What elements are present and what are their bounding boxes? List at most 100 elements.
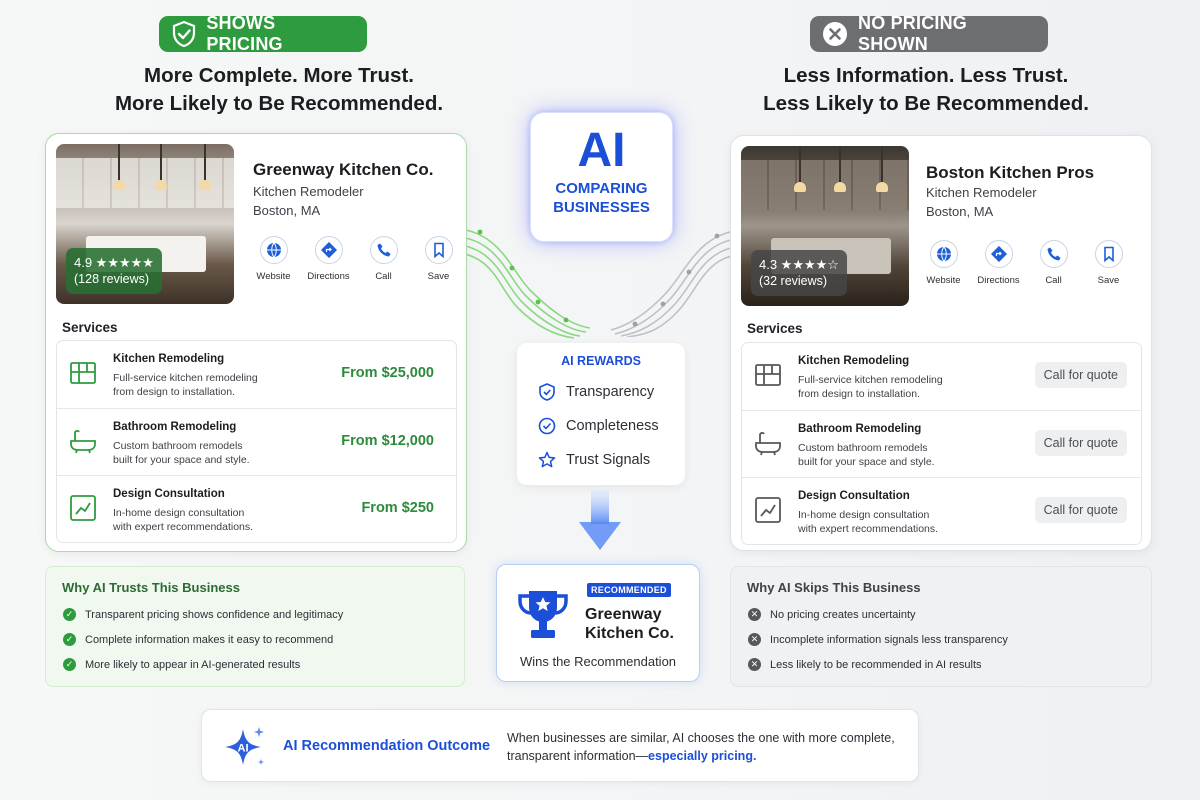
ai-title: AI [577, 124, 626, 177]
website-button[interactable]: Website [246, 236, 301, 282]
call-button[interactable]: Call [1026, 240, 1081, 286]
right-headline: Less Information. Less Trust. Less Likel… [706, 62, 1146, 118]
call-label: Call [375, 271, 392, 282]
left-headline-line-2: More Likely to Be Recommended. [114, 92, 444, 115]
outcome-title: AI Recommendation Outcome [283, 738, 491, 754]
design-chart-icon [70, 495, 96, 522]
trophy-icon [518, 591, 568, 638]
business-meta: Kitchen Remodeler Boston, MA [253, 182, 364, 220]
call-label: Call [1045, 275, 1062, 286]
call-for-quote-button[interactable]: Call for quote [1034, 362, 1127, 388]
star-icon [538, 451, 556, 468]
call-for-quote-button[interactable]: Call for quote [1034, 429, 1127, 456]
rating-stars: 4.3 ★★★★☆ [759, 257, 839, 272]
bookmark-icon [1103, 246, 1114, 262]
website-button[interactable]: Website [916, 240, 971, 286]
call-for-quote-button[interactable]: Call for quote [1034, 497, 1127, 524]
service-row: Bathroom Remodeling Custom bathroom remo… [57, 409, 456, 477]
x-icon: ✕ [748, 633, 761, 646]
service-name: Design Consultation [113, 488, 225, 501]
why-ai-trusts-panel: Why AI Trusts This Business ✓ Transparent… [45, 566, 465, 687]
reward-item: Transparency [538, 383, 654, 401]
panel-item: ✓ More likely to appear in AI-generated r… [63, 658, 300, 671]
business-location: Boston, MA [926, 204, 994, 219]
kitchen-icon [70, 362, 96, 384]
kitchen-icon [755, 364, 781, 386]
service-name: Bathroom Remodeling [798, 422, 922, 435]
rating-stars: 4.9 ★★★★★ [74, 255, 154, 270]
down-arrow-icon [579, 490, 621, 550]
directions-icon [990, 246, 1007, 262]
kitchen-photo: 4.3 ★★★★☆ (32 reviews) [741, 146, 909, 306]
reward-item: Completeness [538, 417, 659, 435]
sparkle-label: AI [238, 743, 249, 755]
service-row: Design Consultation In-home design consu… [742, 478, 1141, 546]
rating-badge: 4.3 ★★★★☆ (32 reviews) [751, 250, 847, 296]
boston-business-card: 4.3 ★★★★☆ (32 reviews) Boston Kitchen Pr… [730, 135, 1152, 551]
business-name: Boston Kitchen Pros [926, 163, 1095, 182]
directions-label: Directions [977, 275, 1020, 286]
service-row: Kitchen Remodeling Full-service kitchen … [742, 343, 1141, 411]
panel-item: ✓ Transparent pricing shows confidence an… [63, 608, 343, 621]
save-button[interactable]: Save [411, 236, 466, 282]
directions-button[interactable]: Directions [971, 240, 1026, 286]
business-name: Greenway Kitchen Co. [253, 160, 434, 179]
service-row: Design Consultation In-home design consu… [57, 476, 456, 544]
save-label: Save [1097, 275, 1120, 286]
left-headline-line-1: More Complete. More Trust. [144, 64, 414, 87]
service-name: Design Consultation [798, 490, 910, 503]
service-description: Custom bathroom remodels built for your s… [798, 441, 935, 468]
check-icon: ✓ [63, 658, 76, 671]
x-icon: ✕ [748, 658, 761, 671]
recommended-business-name: Greenway Kitchen Co. [585, 606, 674, 642]
check-icon: ✓ [63, 633, 76, 646]
recommended-badge: RECOMMENDED [587, 583, 671, 597]
right-headline-line-2: Less Likely to Be Recommended. [763, 92, 1089, 115]
business-category: Kitchen Remodeler [926, 185, 1037, 200]
greenway-business-card: 4.9 ★★★★★ (128 reviews) Greenway Kitchen… [45, 133, 467, 552]
kitchen-photo: 4.9 ★★★★★ (128 reviews) [56, 144, 234, 304]
ai-sparkle-icon: AI [225, 727, 264, 765]
bookmark-icon [433, 242, 444, 258]
save-label: Save [427, 271, 450, 282]
services-list: Kitchen Remodeling Full-service kitchen … [741, 342, 1142, 545]
service-description: Full-service kitchen remodeling from desi… [798, 374, 943, 400]
action-bar: Website Directions Call Save [246, 236, 466, 282]
check-icon: ✓ [63, 608, 76, 621]
phone-icon [1047, 247, 1060, 261]
rating-badge: 4.9 ★★★★★ (128 reviews) [66, 248, 162, 294]
recommendation-subtitle: Wins the Recommendation [519, 654, 677, 669]
ai-subtitle-2: BUSINESSES [553, 199, 650, 216]
website-label: Website [926, 275, 961, 286]
panel-item: ✓ Complete information makes it easy to r… [63, 633, 333, 646]
service-name: Kitchen Remodeling [798, 355, 910, 367]
why-ai-skips-panel: Why AI Skips This Business ✕ No pricing c… [730, 566, 1152, 687]
no-pricing-badge: NO PRICING SHOWN [810, 13, 1048, 54]
reward-item: Trust Signals [538, 451, 650, 469]
review-count: (32 reviews) [759, 274, 828, 288]
globe-icon [936, 246, 951, 262]
recommended-box: RECOMMENDED Greenway Kitchen Co. Wins the… [496, 564, 700, 682]
service-price: From $25,000 [341, 365, 434, 381]
right-headline-line-1: Less Information. Less Trust. [783, 64, 1069, 87]
directions-label: Directions [307, 271, 350, 282]
service-price: From $250 [361, 500, 434, 517]
bathtub-icon [755, 431, 781, 455]
save-button[interactable]: Save [1081, 240, 1136, 286]
panel-title: Why AI Skips This Business [747, 580, 921, 595]
ai-outcome-bar: AI AI Recommendation Outcome When busine… [201, 709, 919, 782]
call-button[interactable]: Call [356, 236, 411, 282]
ai-subtitle-1: COMPARING [555, 180, 648, 197]
globe-icon [266, 242, 281, 258]
directions-button[interactable]: Directions [301, 236, 356, 282]
left-headline: More Complete. More Trust. More Likely t… [59, 62, 499, 118]
business-meta: Kitchen Remodeler Boston, MA [926, 183, 1037, 221]
panel-item: ✕ No pricing creates uncertainty [748, 608, 916, 621]
shows-pricing-label: SHOWS PRICING [206, 13, 283, 54]
panel-item: ✕ Less likely to be recommended in AI res… [748, 658, 982, 671]
ai-comparing-box: AI COMPARING BUSINESSES [530, 112, 673, 242]
x-circle-icon [822, 21, 848, 47]
rewards-title: AI REWARDS [561, 354, 641, 368]
no-pricing-label: NO PRICING SHOWN [858, 13, 968, 54]
action-bar: Website Directions Call Save [916, 240, 1136, 286]
